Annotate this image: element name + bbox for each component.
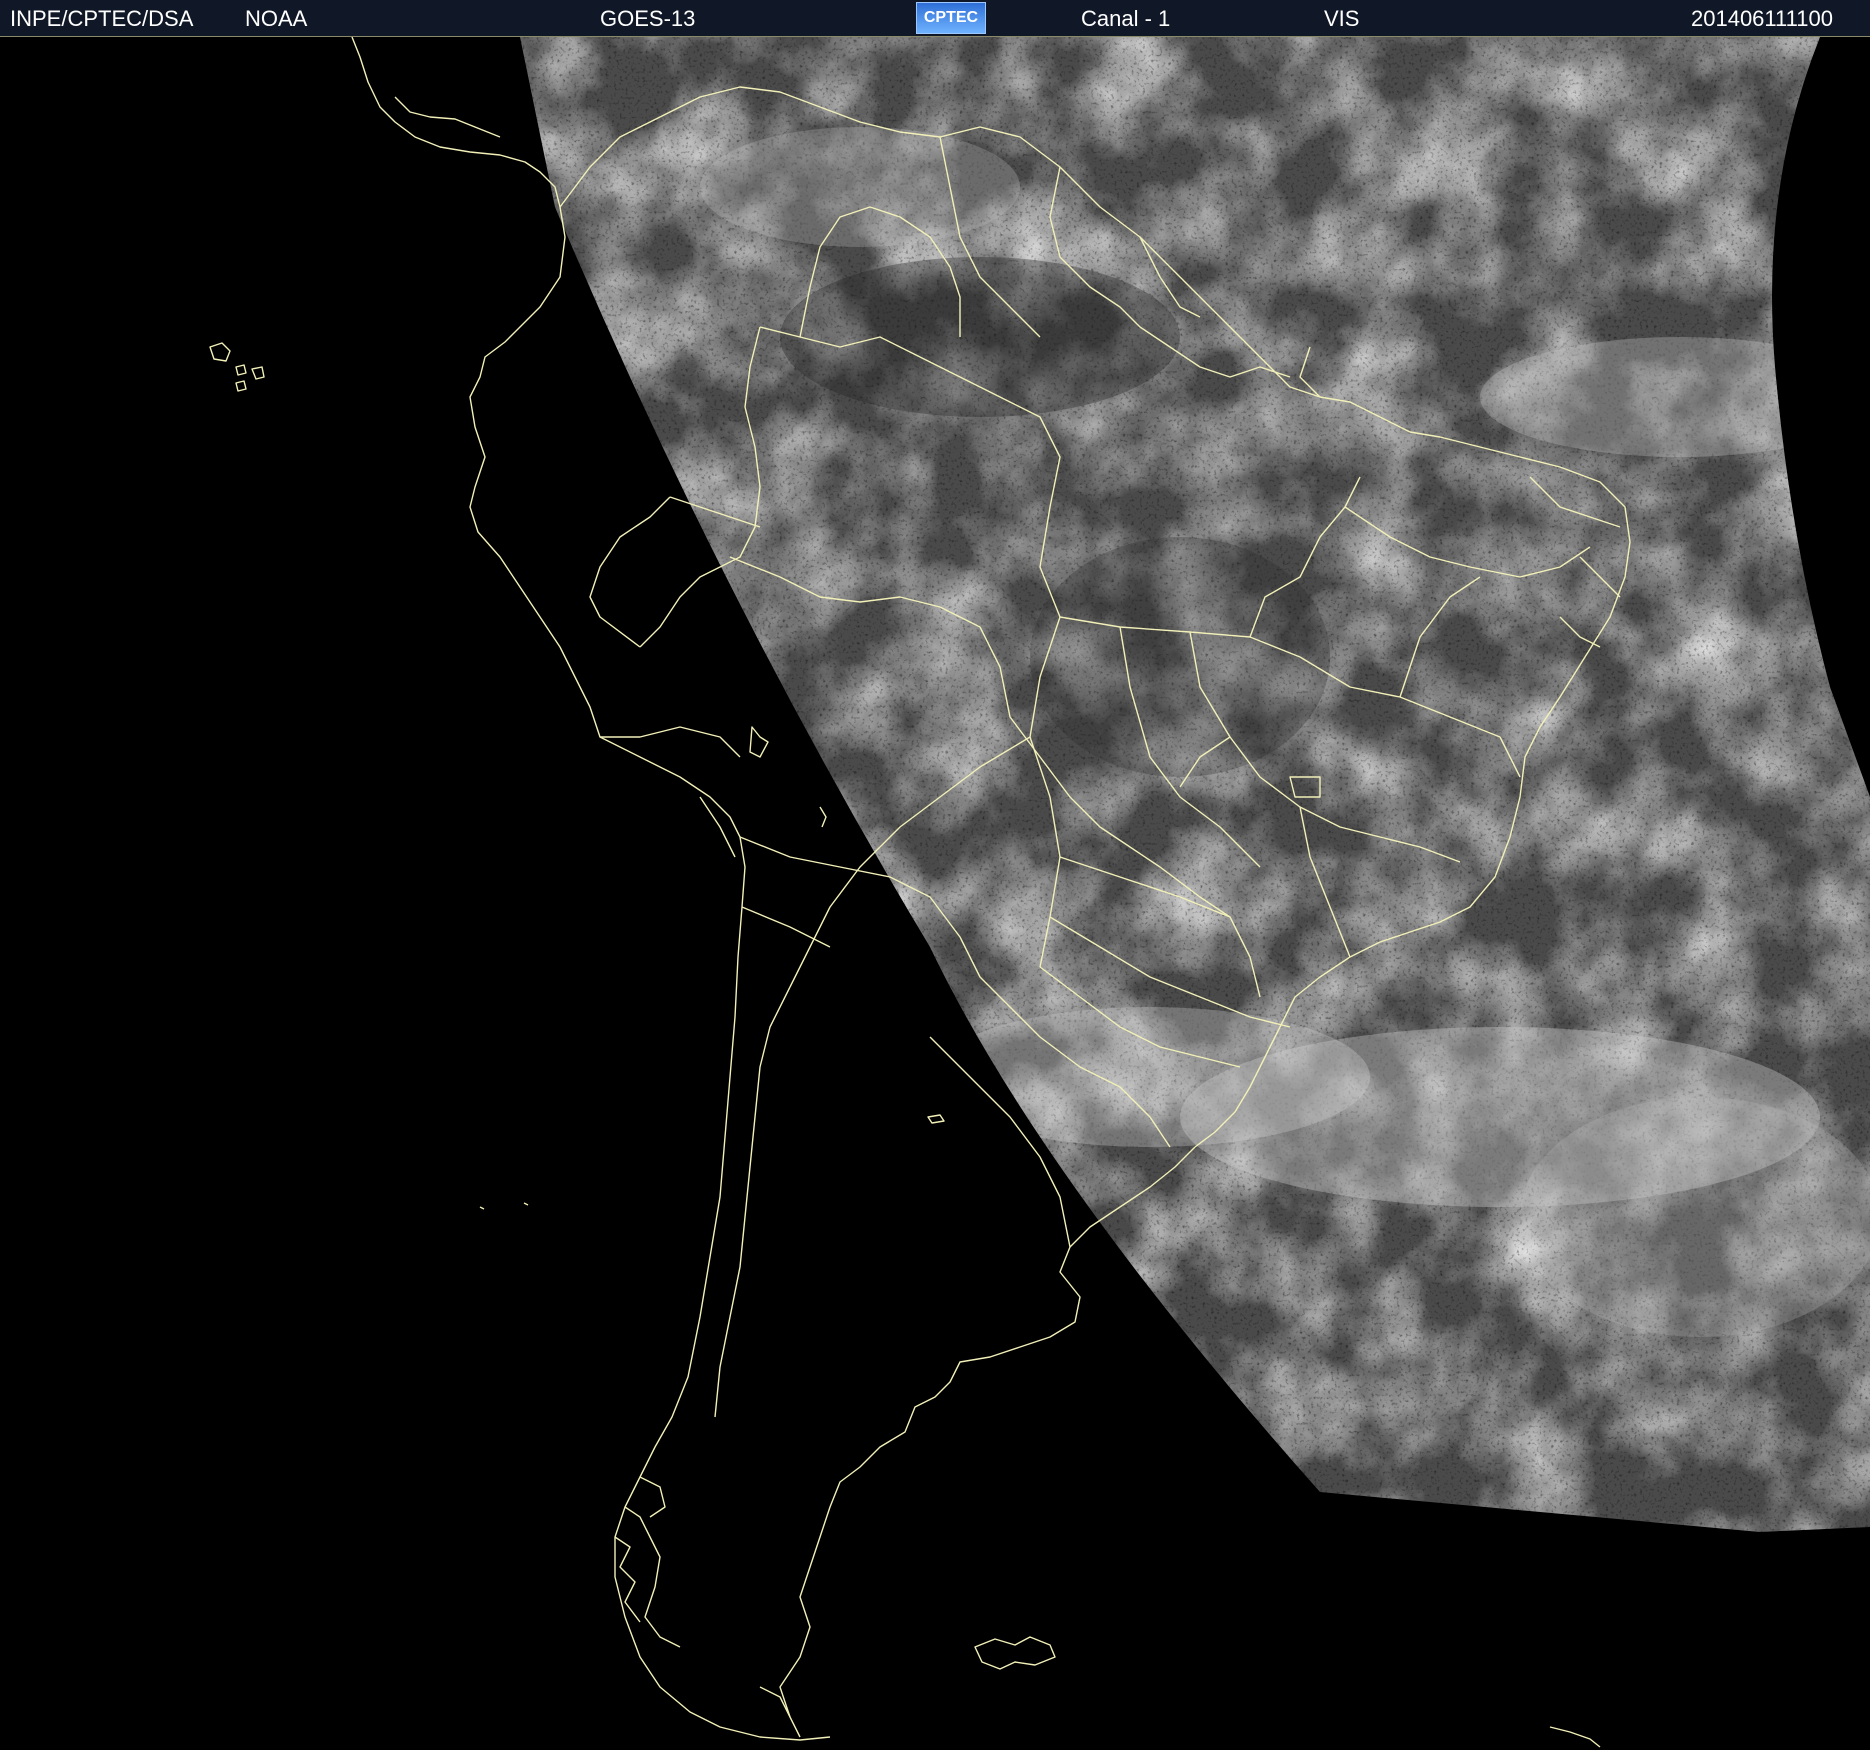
timestamp-label: 201406111100 <box>1691 6 1833 31</box>
satellite-map <box>0 37 1870 1750</box>
band-label: VIS <box>1324 6 1360 31</box>
logo-text: CPTEC <box>923 9 979 26</box>
image-header-bar: INPE/CPTEC/DSA NOAA GOES-13 CPTEC Canal … <box>0 0 1870 37</box>
institution-label: INPE/CPTEC/DSA <box>10 6 194 31</box>
cptec-logo-icon: CPTEC <box>916 2 986 34</box>
agency-label: NOAA <box>245 6 308 31</box>
satellite-image-viewer: INPE/CPTEC/DSA NOAA GOES-13 CPTEC Canal … <box>0 0 1870 1750</box>
channel-label: Canal - 1 <box>1081 6 1171 31</box>
daylight-imagery <box>520 37 1870 1532</box>
satellite-label: GOES-13 <box>600 6 696 31</box>
map-svg <box>209 37 1870 1748</box>
